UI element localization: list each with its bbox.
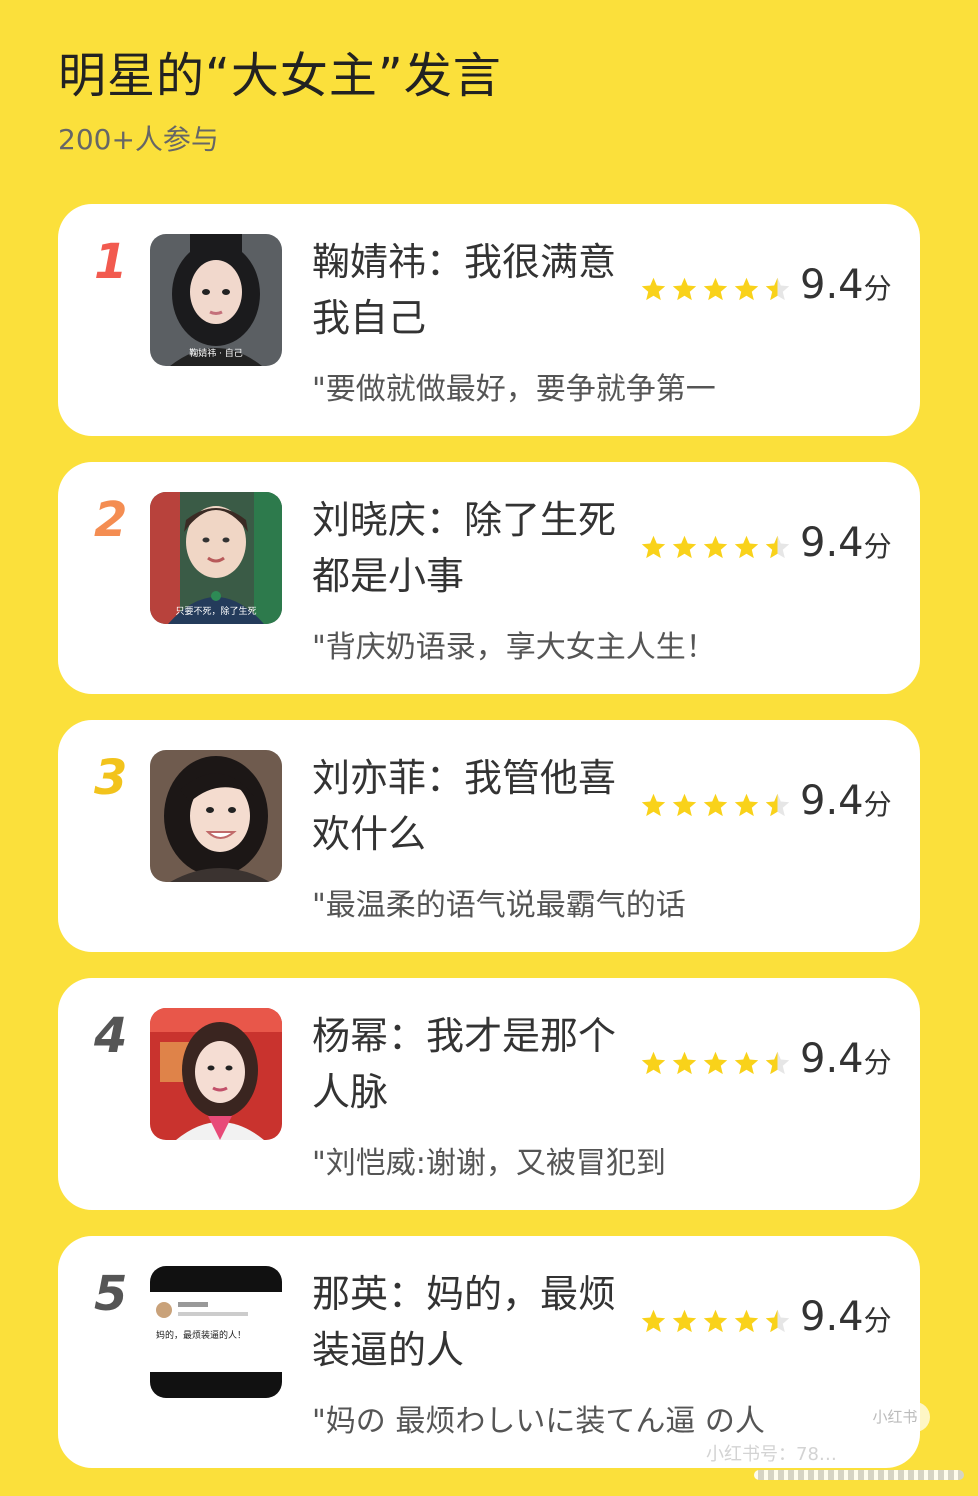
score: 9.4分 [800, 1036, 892, 1082]
star-icon [703, 1309, 728, 1333]
ranking-card[interactable]: 5 妈的，最烦装逼的人！ 那英：妈的，最烦装逼的人 9.4分 "妈の 最烦わしい… [58, 1236, 920, 1468]
star-icon [765, 1051, 790, 1075]
star-icon [641, 1309, 666, 1333]
rank-number: 1 [94, 234, 128, 290]
star-icon [672, 1309, 697, 1333]
star-icon [765, 535, 790, 559]
star-rating [640, 792, 791, 819]
ranking-card[interactable]: 3 刘亦菲：我管他喜欢什么 9.4分 "最温柔的语气说最霸气的话 [58, 720, 920, 952]
star-icon [672, 277, 697, 301]
star-icon [641, 277, 666, 301]
item-quote: "背庆奶语录，享大女主人生！ [312, 630, 716, 665]
rank-number: 5 [94, 1266, 128, 1322]
item-title[interactable]: 鞠婧祎：我很满意我自己 [312, 234, 622, 346]
star-icon [672, 535, 697, 559]
score-unit: 分 [863, 788, 892, 821]
item-title[interactable]: 杨幂：我才是那个人脉 [312, 1008, 622, 1120]
rank-number: 4 [94, 1008, 128, 1064]
item-quote: "最温柔的语气说最霸气的话 [312, 888, 686, 923]
item-quote: "妈の 最烦わしいに装てん逼 の人 [312, 1404, 765, 1439]
star-icon [703, 535, 728, 559]
star-icon [765, 277, 790, 301]
avatar-caption: 只要不死，除了生死 [175, 605, 256, 617]
score-value: 9.4 [800, 262, 864, 308]
star-icon [672, 1051, 697, 1075]
avatar-post-text: 妈的，最烦装逼的人！ [156, 1329, 246, 1341]
avatar[interactable]: 只要不死，除了生死 [150, 492, 282, 624]
watermark-user: 小红书号：78… [706, 1444, 837, 1465]
star-icon [734, 793, 759, 817]
avatar[interactable] [150, 1008, 282, 1140]
star-rating [640, 1308, 791, 1335]
ranking-card[interactable]: 1 鞠婧祎 · 自己 鞠婧祎：我很满意我自己 9.4分 "要做就做最好，要争就争… [58, 204, 920, 436]
star-icon [703, 1051, 728, 1075]
item-quote: "要做就做最好，要争就争第一 [312, 372, 716, 407]
scrollbar[interactable] [754, 1470, 964, 1480]
item-title[interactable]: 那英：妈的，最烦装逼的人 [312, 1266, 622, 1378]
score: 9.4分 [800, 1294, 892, 1340]
ranking-card[interactable]: 2 只要不死，除了生死 刘晓庆：除了生死都是小事 9.4分 "背庆奶语录，享大女… [58, 462, 920, 694]
star-icon [734, 1309, 759, 1333]
ranking-card[interactable]: 4 杨幂：我才是那个人脉 9.4分 "刘恺威:谢谢，又被冒犯到 [58, 978, 920, 1210]
watermark-logo: 小红书 [860, 1402, 930, 1432]
star-icon [703, 277, 728, 301]
star-icon [765, 793, 790, 817]
star-icon [641, 1051, 666, 1075]
score-unit: 分 [863, 1304, 892, 1337]
item-quote: "刘恺威:谢谢，又被冒犯到 [312, 1146, 666, 1181]
star-rating [640, 534, 791, 561]
star-icon [734, 535, 759, 559]
star-rating [640, 276, 791, 303]
avatar[interactable] [150, 750, 282, 882]
score-value: 9.4 [800, 1036, 864, 1082]
score: 9.4分 [800, 778, 892, 824]
rank-number: 2 [94, 492, 128, 548]
participant-count: 200+人参与 [58, 123, 219, 156]
star-icon [641, 793, 666, 817]
score: 9.4分 [800, 520, 892, 566]
score-value: 9.4 [800, 1294, 864, 1340]
star-icon [734, 277, 759, 301]
item-title[interactable]: 刘晓庆：除了生死都是小事 [312, 492, 622, 604]
rank-number: 3 [94, 750, 128, 806]
page-title: 明星的“大女主”发言 [58, 48, 502, 104]
item-title[interactable]: 刘亦菲：我管他喜欢什么 [312, 750, 622, 862]
score: 9.4分 [800, 262, 892, 308]
score-value: 9.4 [800, 778, 864, 824]
star-icon [641, 535, 666, 559]
avatar[interactable]: 妈的，最烦装逼的人！ [150, 1266, 282, 1398]
star-icon [734, 1051, 759, 1075]
star-icon [765, 1309, 790, 1333]
score-unit: 分 [863, 530, 892, 563]
score-unit: 分 [863, 272, 892, 305]
score-unit: 分 [863, 1046, 892, 1079]
score-value: 9.4 [800, 520, 864, 566]
star-rating [640, 1050, 791, 1077]
star-icon [672, 793, 697, 817]
star-icon [703, 793, 728, 817]
avatar-caption: 鞠婧祎 · 自己 [189, 347, 243, 359]
avatar[interactable]: 鞠婧祎 · 自己 [150, 234, 282, 366]
